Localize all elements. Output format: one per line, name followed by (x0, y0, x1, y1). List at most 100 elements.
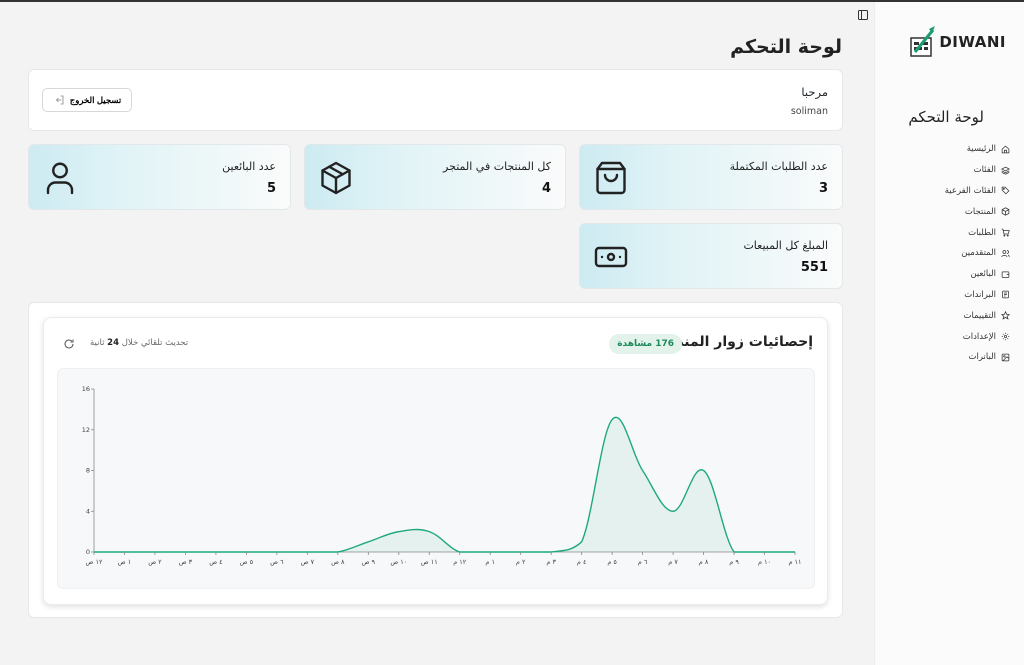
x-tick-label-1: ١ ص (118, 558, 131, 566)
users-icon (1001, 250, 1010, 257)
refresh-button[interactable] (58, 333, 80, 355)
sidebar-item-orders[interactable]: الطلبات (890, 222, 1010, 243)
box-icon (1001, 207, 1010, 216)
logout-icon (55, 95, 64, 105)
views-badge: 176 مشاهدة (609, 334, 682, 354)
tag-icon (1001, 187, 1010, 195)
sidebar-toggle-icon[interactable] (857, 9, 869, 21)
sidebar-item-categories[interactable]: الفئات (890, 160, 1010, 181)
y-tick-label-3: 12 (82, 426, 90, 434)
sidebar-item-banners[interactable]: البانرات (890, 347, 1010, 368)
star-icon (1001, 311, 1010, 320)
refresh-suffix: ثانية (90, 338, 108, 348)
sidebar-item-brands[interactable]: البراندات (890, 285, 1010, 306)
y-tick-label-0: 0 (86, 548, 90, 556)
page-title: لوحة التحكم (730, 36, 842, 58)
x-tick-label-19: ٧ م (668, 558, 678, 566)
x-tick-label-4: ٤ ص (209, 558, 222, 566)
y-tick-label-4: 16 (82, 385, 90, 393)
logo[interactable]: DIWANI (909, 26, 1006, 58)
y-tick-label-1: 4 (86, 507, 90, 515)
x-tick-label-14: ٢ م (516, 558, 526, 566)
gear-icon (1001, 332, 1010, 341)
brand-icon (1002, 291, 1009, 299)
x-tick-label-8: ٨ ص (331, 558, 345, 566)
x-tick-label-6: ٦ ص (270, 558, 284, 566)
refresh-countdown: تحديث تلقائي خلال 24 ثانية (90, 338, 188, 348)
x-tick-label-16: ٤ م (577, 558, 587, 566)
sidebar-item-label: البائعين (970, 269, 996, 280)
stat-label: عدد الطلبات المكتملة (729, 160, 828, 173)
sidebar-item-label: الفئات الفرعية (944, 185, 996, 196)
sidebar-item-settings[interactable]: الإعدادات (890, 326, 1010, 347)
sidebar-item-label: الإعدادات (962, 331, 996, 342)
sidebar-item-label: المنتجات (964, 206, 996, 217)
welcome-greeting: مرحبا (801, 85, 828, 99)
x-tick-label-15: ٣ م (546, 558, 556, 566)
welcome-card: مرحبا soliman تسجيل الخروج (28, 69, 843, 131)
x-tick-label-17: ٥ م (607, 558, 617, 566)
sidebar-item-label: الطلبات (968, 227, 996, 238)
stat-card-completed-orders: عدد الطلبات المكتملة 3 (579, 144, 843, 210)
sidebar-item-applicants[interactable]: المتقدمين (890, 243, 1010, 264)
visitors-chart-card: إحصائيات زوار المنصة 176 مشاهدة تحديث تل… (43, 317, 828, 605)
x-tick-label-13: ١ م (485, 558, 495, 566)
sidebar-item-label: البراندات (964, 289, 996, 300)
x-tick-label-3: ٣ ص (179, 558, 193, 566)
stat-card-sales-total: المبلغ كل المبيعات 551 (579, 223, 843, 289)
refresh-seconds: 24 (107, 338, 119, 348)
stat-label: كل المنتجات في المتجر (443, 160, 551, 173)
image-icon (1001, 353, 1010, 362)
package-icon (318, 160, 354, 196)
x-tick-label-22: ١٠ م (758, 558, 771, 566)
cart-icon (1001, 228, 1010, 237)
layers-icon (1001, 166, 1010, 175)
logout-label: تسجيل الخروج (69, 94, 122, 105)
stat-value: 3 (818, 181, 828, 196)
sidebar: DIWANI لوحة التحكم الرئيسية الفئات الفئا… (874, 2, 1024, 665)
x-tick-label-20: ٨ م (699, 558, 709, 566)
x-tick-label-12: ١٢ م (453, 558, 467, 566)
shopping-bag-icon (593, 160, 629, 196)
x-tick-label-7: ٧ ص (301, 558, 315, 566)
x-tick-label-18: ٦ م (638, 558, 648, 566)
sidebar-item-label: المتقدمين (961, 248, 996, 259)
sidebar-item-label: الفئات (973, 165, 996, 176)
x-tick-label-11: ١١ ص (421, 558, 438, 566)
sidebar-item-sellers[interactable]: البائعين (890, 264, 1010, 285)
sidebar-item-label: التقييمات (963, 310, 996, 321)
x-tick-label-0: ١٢ ص (86, 558, 103, 566)
stat-value: 5 (266, 181, 276, 196)
sidebar-item-label: الرئيسية (966, 144, 996, 155)
sidebar-title: لوحة التحكم (908, 108, 984, 126)
x-tick-label-10: ١٠ ص (390, 558, 407, 566)
sidebar-item-products[interactable]: المنتجات (890, 201, 1010, 222)
user-icon (42, 160, 78, 196)
visitors-chart: 0 4 8 12 16 ١٢ ص ١ ص ٢ ص ٣ ص ٤ ص ٥ ص ٦ ص ٧ ص ٨ ص ٩ ص ١٠… (82, 385, 802, 566)
sidebar-item-home[interactable]: الرئيسية (890, 139, 1010, 160)
sidebar-item-subcategories[interactable]: الفئات الفرعية (890, 181, 1010, 202)
logo-mark-icon (909, 26, 936, 58)
stat-card-sellers: عدد البائعين 5 (28, 144, 291, 210)
chart-title: إحصائيات زوار المنصة (661, 334, 813, 350)
welcome-username: soliman (790, 106, 828, 117)
logo-text: DIWANI (939, 33, 1006, 51)
x-tick-label-5: ٥ ص (240, 558, 254, 566)
refresh-prefix: تحديث تلقائي خلال (119, 338, 189, 348)
x-tick-label-21: ٩ م (729, 558, 739, 566)
banknote-icon (593, 239, 629, 275)
x-tick-label-2: ٢ ص (148, 558, 162, 566)
sidebar-item-reviews[interactable]: التقييمات (890, 305, 1010, 326)
home-icon (1001, 145, 1010, 154)
stat-value: 551 (800, 260, 828, 275)
chart-area: 0 4 8 12 16 ١٢ ص ١ ص ٢ ص ٣ ص ٤ ص ٥ ص ٦ ص ٧ ص ٨ ص ٩ ص ١٠… (57, 368, 815, 589)
refresh-icon (64, 339, 74, 349)
x-tick-label-23: ١١ م (788, 558, 801, 566)
stat-card-products: كل المنتجات في المتجر 4 (304, 144, 566, 210)
stat-label: المبلغ كل المبيعات (743, 239, 828, 252)
stat-value: 4 (541, 181, 551, 196)
logout-button[interactable]: تسجيل الخروج (42, 88, 132, 112)
sidebar-item-label: البانرات (968, 352, 996, 363)
y-tick-label-2: 8 (86, 467, 90, 475)
sidebar-nav: الرئيسية الفئات الفئات الفرعية المنتجات … (890, 139, 1010, 368)
